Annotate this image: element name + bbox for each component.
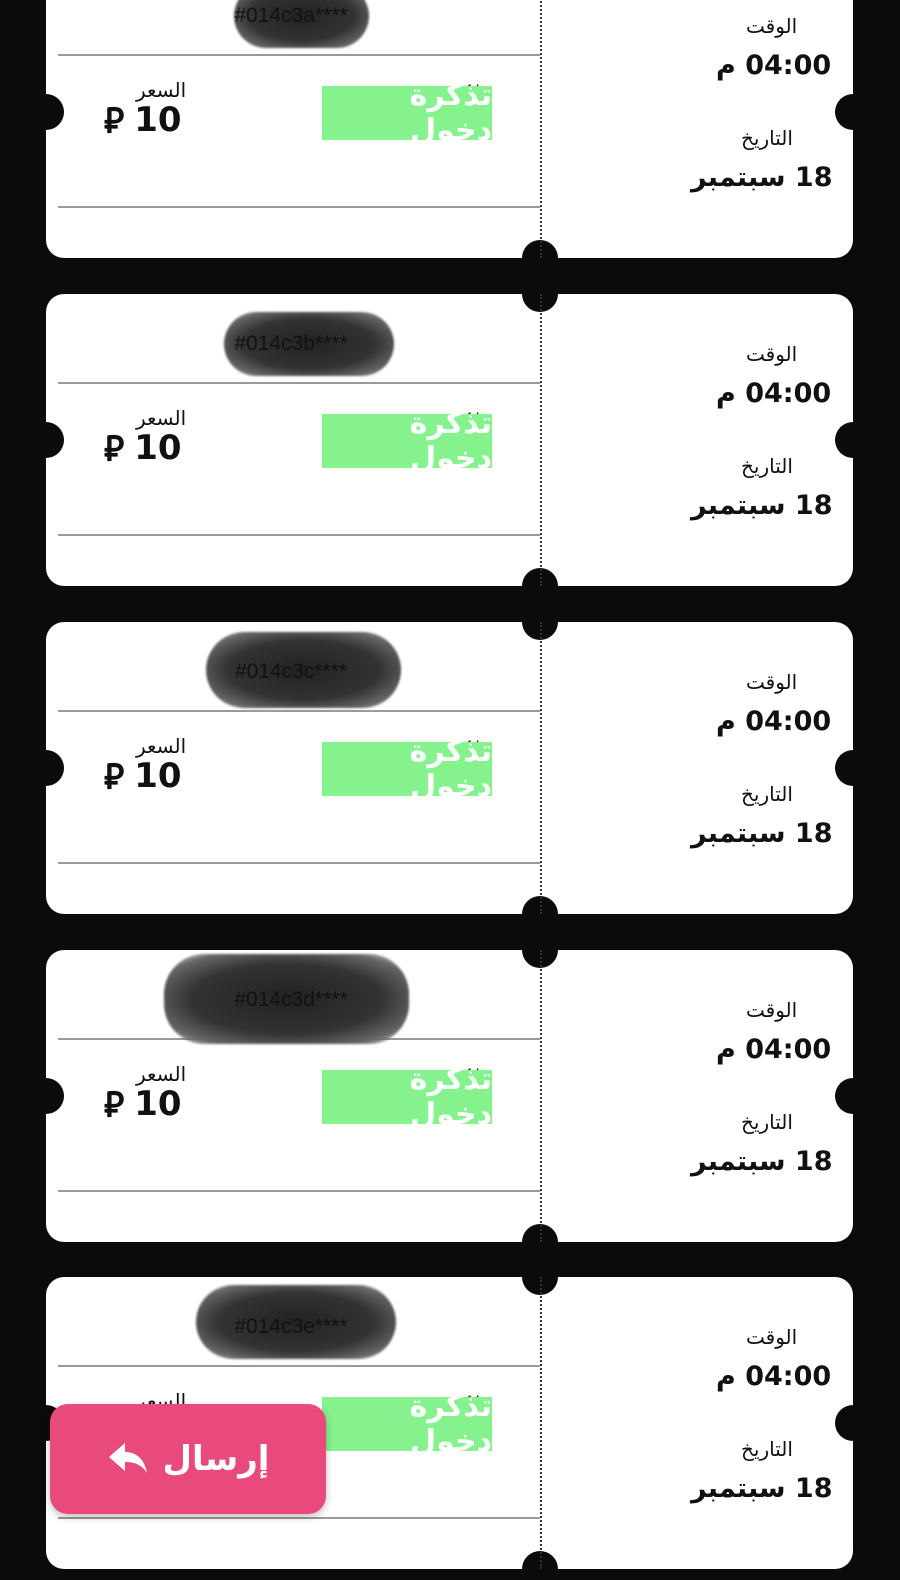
time-label: الوقت [746,670,798,694]
divider [58,1365,540,1367]
time-value: 04:00 م [716,1034,832,1065]
reply-arrow-icon [108,1443,147,1473]
riyal-sign-icon: ⃁ [104,756,125,799]
time-value: 04:00 م [716,706,832,737]
divider [58,206,540,208]
date-label: التاريخ [741,782,793,806]
perforation-line [540,294,542,586]
date-label: التاريخ [741,454,793,478]
perforation-line [540,1277,542,1569]
divider [58,1190,540,1192]
price-value: 10 [134,756,182,796]
ticket-card: #014c3d**** فئة السعر تذكرة دخول ⃁ 10 ال… [46,950,853,1242]
time-label: الوقت [746,14,798,38]
perforation-line [540,0,542,258]
date-value: 18 سبتمبر [691,1146,833,1177]
ticket-class-badge: تذكرة دخول [322,734,492,804]
divider [58,54,540,56]
divider [58,1517,540,1519]
ticket-class-badge: تذكرة دخول [322,406,492,476]
send-button-label: إرسال [162,1439,270,1479]
ticket-price: ⃁ 10 [104,754,182,798]
divider [58,710,540,712]
haraj-watermark: حراج [729,1516,827,1562]
ticket-class-badge: تذكرة دخول [322,1062,492,1132]
ticket-serial: #014c3e**** [234,1315,348,1338]
time-label: الوقت [746,342,798,366]
date-label: التاريخ [741,1110,793,1134]
riyal-sign-icon: ⃁ [104,100,125,143]
divider [58,382,540,384]
ticket-class-badge: تذكرة دخول [322,78,492,148]
ticket-card: #014c3b**** فئة السعر تذكرة دخول ⃁ 10 ال… [46,294,853,586]
perforation-line [540,950,542,1242]
date-value: 18 سبتمبر [691,1473,833,1504]
time-value: 04:00 م [716,50,832,81]
price-value: 10 [134,428,182,468]
ticket-card: #014c3c**** فئة السعر تذكرة دخول ⃁ 10 ال… [46,622,853,914]
riyal-sign-icon: ⃁ [104,428,125,471]
send-button[interactable]: إرسال [50,1404,326,1514]
ticket-serial: #014c3b**** [234,332,348,355]
ticket-class-badge: تذكرة دخول [322,1389,492,1459]
ticket-serial: #014c3a**** [234,4,348,27]
ticket-serial: #014c3d**** [234,988,348,1011]
date-value: 18 سبتمبر [691,490,833,521]
date-value: 18 سبتمبر [691,818,833,849]
ticket-card: #014c3a**** فئة السعر تذكرة دخول ⃁ 10 ال… [46,0,853,258]
ticket-price: ⃁ 10 [104,1082,182,1126]
ticket-price: ⃁ 10 [104,426,182,470]
perforation-line [540,622,542,914]
price-value: 10 [134,1084,182,1124]
riyal-sign-icon: ⃁ [104,1084,125,1127]
divider [58,534,540,536]
time-label: الوقت [746,1325,798,1349]
divider [58,862,540,864]
ticket-price: ⃁ 10 [104,98,182,142]
price-value: 10 [134,100,182,140]
time-value: 04:00 م [716,1361,832,1392]
ticket-serial: #014c3c**** [234,660,348,683]
date-label: التاريخ [741,1437,793,1461]
time-value: 04:00 م [716,378,832,409]
time-label: الوقت [746,998,798,1022]
date-label: التاريخ [741,126,793,150]
date-value: 18 سبتمبر [691,162,833,193]
